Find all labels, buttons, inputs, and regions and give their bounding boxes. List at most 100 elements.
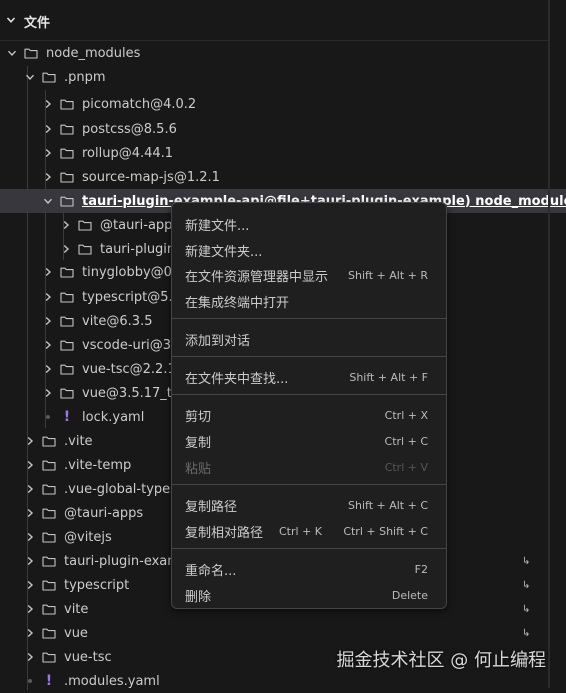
menu-separator [172,356,446,357]
explorer-section-header[interactable]: 文件 [0,8,548,34]
chevron-right-icon [42,99,54,109]
folder-row[interactable]: .pnpm [0,65,566,89]
menu-item-label: 重命名... [185,563,237,579]
open-in-terminal-item[interactable]: 在集成终端中打开 [176,289,442,313]
folder-icon [42,71,56,83]
folder-icon [60,387,74,399]
add-to-chat-item[interactable]: 添加到对话 [176,327,442,351]
menu-item-label: 剪切 [185,409,212,425]
chevron-down-icon [24,72,36,82]
folder-row[interactable]: picomatch@4.0.2 [0,92,566,116]
folder-icon [60,363,74,375]
tree-item-label: rollup@4.44.1 [82,145,174,161]
folder-row[interactable]: vue ↳ [0,621,566,645]
folder-icon [60,123,74,135]
menu-item-label: 删除 [185,589,212,605]
folder-icon [60,147,74,159]
folder-icon [60,339,74,351]
tree-item-label: node_modules [46,45,141,61]
chevron-right-icon [24,532,36,542]
chevron-right-icon [24,580,36,590]
tree-item-label: picomatch@4.0.2 [82,96,197,112]
menu-item-label: 新建文件夹... [185,244,263,260]
folder-icon [78,243,92,255]
chevron-right-icon [24,508,36,518]
chevron-right-icon [24,604,36,614]
chevron-right-icon [24,628,36,638]
tree-item-label: vue [64,625,88,641]
find-in-folder-item[interactable]: 在文件夹中查找... Shift + Alt + F [176,365,442,389]
symlink-icon: ↳ [522,627,531,639]
menu-item-shortcut: Ctrl + K [279,524,322,538]
tree-item-label: lock.yaml [82,409,145,425]
menu-item-label: 粘贴 [185,461,212,477]
folder-icon [42,435,56,447]
menu-item-label: 复制 [185,435,212,451]
menu-item-label: 新建文件... [185,218,250,234]
chevron-right-icon [42,172,54,182]
menu-item-label: 在集成终端中打开 [185,295,290,311]
delete-item[interactable]: 删除 Delete [176,583,442,607]
yaml-file-icon: ! [45,673,53,689]
folder-row[interactable]: rollup@4.44.1 [0,141,566,165]
tree-item-label: @tauri-apps [100,217,180,233]
menu-separator [172,484,446,485]
menu-separator [172,548,446,549]
folder-icon [78,219,92,231]
tree-item-label: vite@6.3.5 [82,313,153,329]
symlink-icon: ↳ [522,579,531,591]
chevron-right-icon [42,124,54,134]
chevron-right-icon [42,292,54,302]
symlink-icon: ↳ [522,603,531,615]
dot-icon [42,415,54,419]
menu-item-label: 添加到对话 [185,333,251,349]
new-file-item[interactable]: 新建文件... [176,212,442,236]
folder-icon [60,171,74,183]
menu-item-label: 在文件资源管理器中显示 [185,269,329,285]
folder-icon [42,507,56,519]
context-menu: 新建文件... 新建文件夹... 在文件资源管理器中显示 Shift + Alt + … [171,202,447,609]
chevron-right-icon [42,364,54,374]
menu-item-shortcut: Ctrl + V [384,460,428,474]
tree-item-label: typescript [64,577,130,593]
menu-item-shortcut: Ctrl + Shift + C [343,524,428,538]
chevron-right-icon [60,220,72,230]
chevron-right-icon [42,340,54,350]
folder-icon [42,483,56,495]
chevron-right-icon [24,556,36,566]
chevron-right-icon [42,316,54,326]
tree-item-label: tauri-plugin-examp [64,553,189,569]
folder-icon [60,266,74,278]
tree-item-label: postcss@8.5.6 [82,121,177,137]
menu-item-shortcut: Shift + Alt + C [348,498,428,512]
folder-row[interactable]: source-map-js@1.2.1 [0,165,566,189]
tree-item-label: .vite [64,433,93,449]
new-folder-item[interactable]: 新建文件夹... [176,238,442,262]
cut-item[interactable]: 剪切 Ctrl + X [176,403,442,427]
chevron-down-icon [6,14,20,29]
menu-item-label: 在文件夹中查找... [185,371,289,387]
folder-icon [60,195,74,207]
chevron-right-icon [42,148,54,158]
folder-icon [42,627,56,639]
file-row[interactable]: ! .modules.yaml [0,669,566,693]
folder-row[interactable]: postcss@8.5.6 [0,117,566,141]
chevron-right-icon [24,460,36,470]
tree-item-label: vue-tsc [64,649,112,665]
tree-item-label: .vue-global-types [64,481,177,497]
reveal-in-explorer-item[interactable]: 在文件资源管理器中显示 Shift + Alt + R [176,263,442,287]
tree-item-label: source-map-js@1.2.1 [82,169,220,185]
copy-relative-path-item[interactable]: 复制相对路径 Ctrl + K Ctrl + Shift + C [176,519,442,543]
copy-item[interactable]: 复制 Ctrl + C [176,429,442,453]
folder-icon [42,555,56,567]
watermark-text: 掘金技术社区 @ 何止编程 [336,650,546,671]
folder-icon [42,459,56,471]
chevron-down-icon [6,48,18,58]
copy-path-item[interactable]: 复制路径 Shift + Alt + C [176,493,442,517]
menu-item-shortcut: F2 [414,562,428,576]
folder-row[interactable]: node_modules [0,41,554,65]
chevron-right-icon [24,436,36,446]
menu-item-shortcut: Shift + Alt + F [349,370,428,384]
rename-item[interactable]: 重命名... F2 [176,557,442,581]
vertical-scrollbar[interactable] [548,0,550,688]
